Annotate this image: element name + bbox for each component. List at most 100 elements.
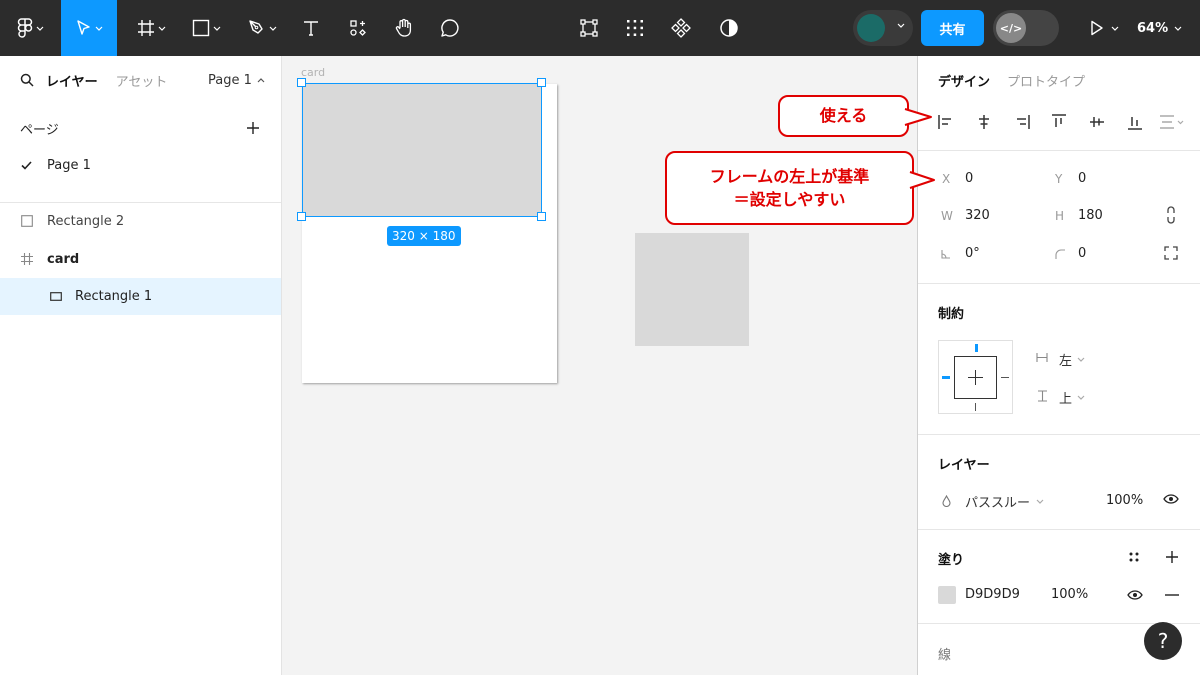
constraint-right[interactable] bbox=[1001, 377, 1009, 378]
fill-color-swatch[interactable] bbox=[938, 586, 956, 604]
help-button[interactable]: ? bbox=[1144, 622, 1182, 660]
constraints-widget[interactable] bbox=[938, 340, 1013, 414]
move-tool-button[interactable] bbox=[61, 0, 117, 56]
toolbar: 共有 </> 64% bbox=[0, 0, 1200, 56]
constrain-proportions-icon[interactable] bbox=[1166, 206, 1176, 224]
y-label: Y bbox=[1055, 172, 1063, 186]
component-grid-button[interactable] bbox=[622, 0, 648, 56]
canvas[interactable]: card 320 × 180 bbox=[283, 56, 917, 675]
remove-fill-icon[interactable] bbox=[1165, 594, 1179, 596]
pen-icon bbox=[248, 20, 263, 34]
page-selector[interactable]: Page 1 bbox=[208, 73, 265, 88]
chevron-down-icon bbox=[1111, 26, 1118, 31]
add-page-icon[interactable] bbox=[246, 121, 260, 135]
page-list-item[interactable]: Page 1 bbox=[0, 153, 281, 177]
avatar bbox=[857, 14, 885, 42]
resize-handle-bottom-right[interactable] bbox=[537, 212, 546, 221]
x-input[interactable]: 0 bbox=[965, 171, 973, 186]
constraint-top-active[interactable] bbox=[975, 344, 978, 352]
pages-header: ページ bbox=[0, 116, 281, 140]
align-horizontal-center-icon[interactable] bbox=[974, 112, 994, 132]
fill-hex-input[interactable]: D9D9D9 bbox=[965, 587, 1020, 602]
height-input[interactable]: 180 bbox=[1078, 208, 1103, 223]
contrast-button[interactable] bbox=[716, 0, 742, 56]
align-top-icon[interactable] bbox=[1049, 112, 1069, 132]
callout-frame-origin: フレームの左上が基準 ＝設定しやすい bbox=[665, 151, 914, 225]
blend-mode-dropdown[interactable]: パススルー bbox=[965, 492, 1044, 511]
divider bbox=[0, 202, 281, 203]
callout-pointer bbox=[903, 108, 932, 126]
constraint-left-active[interactable] bbox=[942, 376, 950, 379]
hand-icon bbox=[395, 18, 412, 37]
resize-handle-bottom-left[interactable] bbox=[297, 212, 306, 221]
dev-mode-toggle[interactable]: </> bbox=[993, 10, 1059, 46]
chevron-down-icon bbox=[269, 26, 276, 31]
rectangle-layer-icon bbox=[50, 292, 62, 301]
callout-usable: 使える bbox=[778, 95, 909, 137]
horizontal-constraint-value: 左 bbox=[1059, 354, 1073, 369]
width-input[interactable]: 320 bbox=[965, 208, 990, 223]
styles-grid-icon[interactable] bbox=[1129, 552, 1139, 562]
eye-icon[interactable] bbox=[1127, 590, 1143, 600]
figma-logo-icon bbox=[17, 18, 32, 38]
selected-rectangle-1[interactable] bbox=[302, 83, 542, 217]
chevron-down-icon bbox=[1077, 357, 1085, 362]
resize-handle-top-right[interactable] bbox=[537, 78, 546, 87]
chevron-down-icon bbox=[1036, 499, 1044, 504]
share-button[interactable]: 共有 bbox=[921, 10, 984, 46]
comment-tool-button[interactable] bbox=[436, 0, 464, 56]
main-menu-button[interactable] bbox=[10, 0, 50, 56]
text-tool-button[interactable] bbox=[296, 0, 326, 56]
rotation-input[interactable]: 0° bbox=[965, 246, 980, 261]
page-selector-label: Page 1 bbox=[208, 72, 252, 88]
callout-origin-line-2: ＝設定しやすい bbox=[733, 190, 846, 209]
independent-corners-icon[interactable] bbox=[1164, 246, 1178, 260]
pages-heading: ページ bbox=[20, 122, 59, 138]
horizontal-constraint-dropdown[interactable]: 左 bbox=[1059, 350, 1085, 369]
chevron-down-icon bbox=[36, 26, 43, 31]
horizontal-constraint-icon bbox=[1036, 353, 1048, 362]
present-button[interactable] bbox=[1086, 0, 1122, 56]
resize-handle-top-left[interactable] bbox=[297, 78, 306, 87]
component-icon bbox=[671, 18, 691, 38]
shape-tool-button[interactable] bbox=[184, 0, 228, 56]
user-avatar-button[interactable] bbox=[853, 10, 913, 46]
code-icon: </> bbox=[996, 13, 1026, 43]
align-bottom-icon[interactable] bbox=[1125, 112, 1145, 132]
tab-assets[interactable]: アセット bbox=[116, 71, 168, 90]
mask-button[interactable] bbox=[576, 0, 602, 56]
add-fill-icon[interactable] bbox=[1165, 550, 1179, 564]
hand-tool-button[interactable] bbox=[390, 0, 418, 56]
align-vertical-center-icon[interactable] bbox=[1087, 112, 1107, 132]
layer-item-rectangle-1[interactable]: Rectangle 1 bbox=[0, 278, 281, 315]
dotted-grid-icon bbox=[627, 20, 643, 36]
layer-item-rectangle-2[interactable]: Rectangle 2 bbox=[0, 209, 281, 233]
page-label: Page 1 bbox=[47, 157, 91, 173]
tab-design[interactable]: デザイン bbox=[938, 71, 990, 90]
tab-prototype[interactable]: プロトタイプ bbox=[1007, 71, 1085, 90]
zoom-dropdown[interactable]: 64% bbox=[1137, 0, 1182, 56]
align-right-icon[interactable] bbox=[1012, 112, 1032, 132]
distribute-icon[interactable] bbox=[1158, 112, 1186, 132]
rectangle-2[interactable] bbox=[635, 233, 749, 346]
layer-item-card[interactable]: card bbox=[0, 247, 281, 271]
square-icon bbox=[192, 19, 209, 37]
resources-tool-button[interactable] bbox=[344, 0, 372, 56]
constraint-bottom[interactable] bbox=[975, 403, 976, 411]
tab-layers[interactable]: レイヤー bbox=[46, 71, 98, 90]
component-button[interactable] bbox=[668, 0, 694, 56]
frame-tool-button[interactable] bbox=[130, 0, 172, 56]
contrast-icon bbox=[720, 19, 738, 37]
search-icon[interactable] bbox=[20, 73, 34, 87]
layer-opacity-input[interactable]: 100% bbox=[1106, 493, 1143, 508]
align-left-icon[interactable] bbox=[936, 112, 956, 132]
layer-heading: レイヤー bbox=[938, 458, 990, 473]
corner-radius-input[interactable]: 0 bbox=[1078, 246, 1086, 261]
y-input[interactable]: 0 bbox=[1078, 171, 1086, 186]
eye-icon[interactable] bbox=[1163, 494, 1179, 504]
layer-label: Rectangle 2 bbox=[47, 213, 125, 229]
fill-opacity-input[interactable]: 100% bbox=[1051, 587, 1088, 602]
callout-origin-line-1: フレームの左上が基準 bbox=[709, 166, 870, 186]
vertical-constraint-dropdown[interactable]: 上 bbox=[1059, 388, 1085, 407]
pen-tool-button[interactable] bbox=[240, 0, 284, 56]
